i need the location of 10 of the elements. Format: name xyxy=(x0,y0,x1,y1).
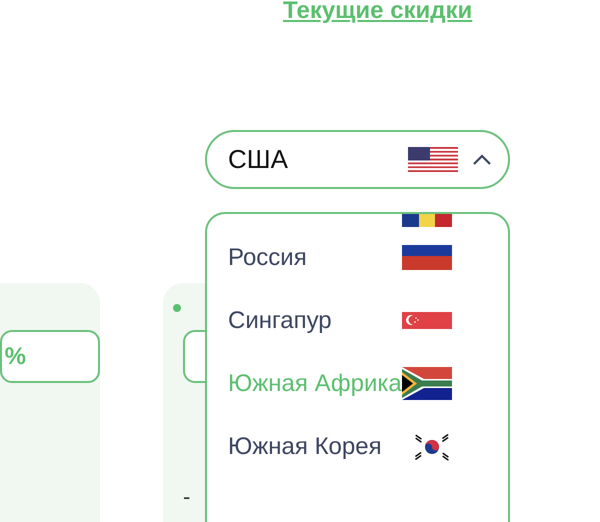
flag-icon xyxy=(402,312,452,329)
flag-icon xyxy=(402,367,452,400)
note-text: - xyxy=(183,483,192,511)
country-option[interactable]: Россия xyxy=(207,226,508,289)
country-option[interactable]: Южная Корея xyxy=(207,415,508,478)
us-flag-icon xyxy=(408,147,458,172)
country-select[interactable]: США xyxy=(205,130,510,189)
country-option[interactable]: Сингапур xyxy=(207,289,508,352)
chevron-icon xyxy=(472,154,492,166)
flag-icon xyxy=(402,245,452,270)
